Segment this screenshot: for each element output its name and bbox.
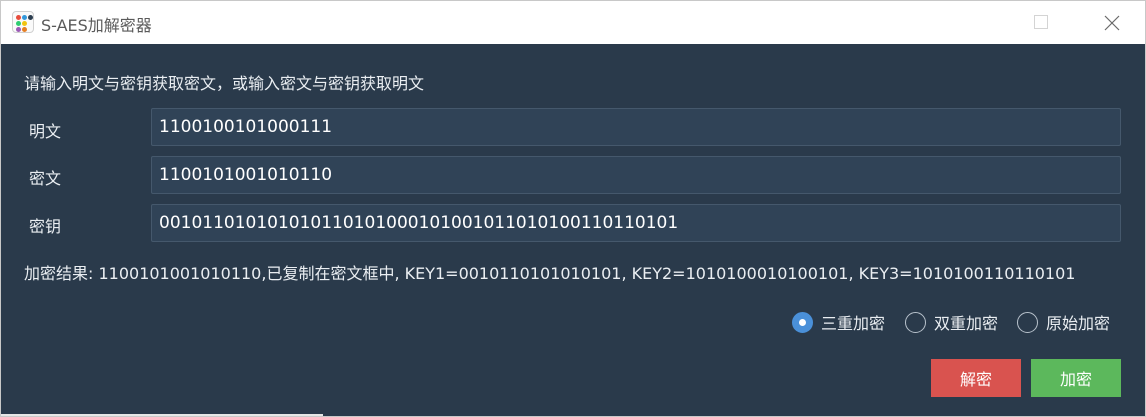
radio-unchecked-icon xyxy=(1017,311,1038,333)
key-input[interactable]: 0010110101010101101010001010010110101001… xyxy=(151,204,1121,242)
main-content: 请输入明文与密钥获取密文，或输入密文与密钥获取明文 明文 11001001010… xyxy=(1,44,1145,416)
plaintext-label: 明文 xyxy=(29,122,62,141)
radio-double[interactable]: 双重加密 xyxy=(905,310,998,334)
ciphertext-input[interactable]: 1100101001010110 xyxy=(151,156,1121,194)
maximize-icon xyxy=(1034,15,1048,29)
radio-original[interactable]: 原始加密 xyxy=(1017,310,1110,334)
radio-double-label: 双重加密 xyxy=(934,314,999,333)
plaintext-input[interactable]: 1100100101000111 xyxy=(151,108,1121,146)
decrypt-button[interactable]: 解密 xyxy=(931,359,1021,397)
radio-triple-label: 三重加密 xyxy=(821,314,886,333)
title-bar[interactable]: S-AES加解密器 xyxy=(1,1,1145,44)
radio-checked-icon xyxy=(792,311,813,333)
radio-original-label: 原始加密 xyxy=(1046,314,1111,333)
minimize-icon xyxy=(965,21,977,23)
radio-unchecked-icon xyxy=(905,311,926,333)
instruction-text: 请输入明文与密钥获取密文，或输入密文与密钥获取明文 xyxy=(24,74,425,93)
ciphertext-label: 密文 xyxy=(29,169,62,188)
radio-triple[interactable]: 三重加密 xyxy=(792,310,885,334)
result-text: 加密结果: 1100101001010110,已复制在密文框中, KEY1=00… xyxy=(24,264,1076,283)
window-title: S-AES加解密器 xyxy=(41,16,152,35)
close-button[interactable] xyxy=(1087,1,1135,44)
app-icon xyxy=(12,11,34,33)
maximize-button[interactable] xyxy=(1017,1,1065,44)
app-window: S-AES加解密器 请输入明文与密钥获取密文，或输入密文与密钥获取明文 明文 1… xyxy=(0,0,1146,417)
key-label: 密钥 xyxy=(29,217,62,236)
close-icon xyxy=(1104,15,1120,31)
encrypt-button[interactable]: 加密 xyxy=(1031,359,1121,397)
minimize-button[interactable] xyxy=(947,1,995,44)
